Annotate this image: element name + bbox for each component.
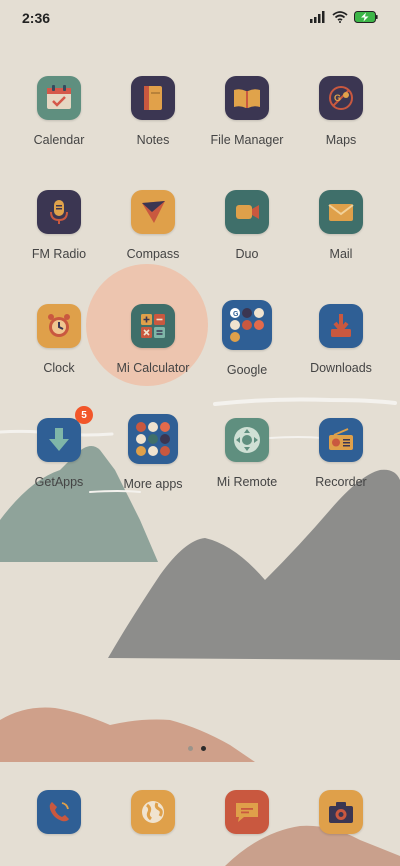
app-label: Mi Calculator: [116, 361, 190, 375]
globe-icon: [131, 790, 175, 834]
app-label: Duo: [235, 247, 259, 261]
app-label: Mail: [329, 247, 353, 261]
page-indicator[interactable]: [188, 746, 206, 751]
remote-dpad-icon: [225, 418, 269, 462]
app-recorder[interactable]: Recorder: [294, 418, 388, 489]
camera-icon: [319, 790, 363, 834]
envelope-icon: [319, 190, 363, 234]
app-file-manager[interactable]: File Manager: [200, 76, 294, 147]
page-dot-active[interactable]: [201, 746, 206, 751]
apps-folder-icon: [128, 414, 178, 464]
app-label: Calendar: [33, 133, 85, 147]
dock-phone[interactable]: [37, 790, 81, 834]
chat-bubble-icon: [225, 790, 269, 834]
app-maps[interactable]: G Maps: [294, 76, 388, 147]
svg-text:G: G: [334, 93, 341, 103]
signal-icon: [310, 11, 325, 23]
alarm-clock-icon: [37, 304, 81, 348]
app-more-apps[interactable]: More apps: [100, 414, 206, 491]
video-camera-icon: [225, 190, 269, 234]
app-compass[interactable]: Compass: [106, 190, 200, 261]
battery-charging-icon: [354, 11, 378, 23]
app-duo[interactable]: Duo: [200, 190, 294, 261]
app-getapps[interactable]: 5 GetApps: [12, 406, 106, 489]
calendar-icon: [37, 76, 81, 120]
notification-badge: 5: [75, 406, 93, 424]
compass-arrow-icon: [131, 190, 175, 234]
folder-book-icon: [225, 76, 269, 120]
app-grid: Calendar Notes File Manager G Maps FM Ra…: [0, 0, 400, 866]
app-label: Notes: [136, 133, 170, 147]
google-folder-icon: G: [222, 300, 272, 350]
phone-icon: [37, 790, 81, 834]
app-label: Downloads: [310, 361, 372, 375]
status-icons: [310, 11, 378, 23]
status-time: 2:36: [22, 10, 51, 26]
app-mi-calculator[interactable]: Mi Calculator: [100, 304, 206, 375]
app-notes[interactable]: Notes: [106, 76, 200, 147]
app-clock[interactable]: Clock: [12, 304, 106, 375]
app-downloads[interactable]: Downloads: [294, 304, 388, 375]
app-calendar[interactable]: Calendar: [12, 76, 106, 147]
page-dot[interactable]: [188, 746, 193, 751]
app-mi-remote[interactable]: Mi Remote: [200, 418, 294, 489]
map-pin-icon: G: [319, 76, 363, 120]
wifi-icon: [332, 11, 348, 23]
svg-text:G: G: [233, 311, 239, 318]
download-arrow-icon: 5: [37, 406, 93, 462]
status-bar: 2:36: [0, 0, 400, 36]
app-label: GetApps: [34, 475, 84, 489]
app-label: File Manager: [210, 133, 284, 147]
app-label: FM Radio: [31, 247, 87, 261]
microphone-icon: [37, 190, 81, 234]
notes-icon: [131, 76, 175, 120]
app-label: Recorder: [315, 475, 367, 489]
dock-browser[interactable]: [131, 790, 175, 834]
app-label: Maps: [325, 133, 357, 147]
dock-camera[interactable]: [319, 790, 363, 834]
calculator-icon: [131, 304, 175, 348]
app-label: Google: [226, 363, 268, 377]
app-fm-radio[interactable]: FM Radio: [12, 190, 106, 261]
download-tray-icon: [319, 304, 363, 348]
app-label: Compass: [126, 247, 180, 261]
app-mail[interactable]: Mail: [294, 190, 388, 261]
radio-recorder-icon: [319, 418, 363, 462]
app-google-folder[interactable]: G Google: [194, 300, 300, 377]
app-label: Mi Remote: [216, 475, 278, 489]
app-label: More apps: [123, 477, 183, 491]
dock-messages[interactable]: [225, 790, 269, 834]
app-label: Clock: [43, 361, 75, 375]
